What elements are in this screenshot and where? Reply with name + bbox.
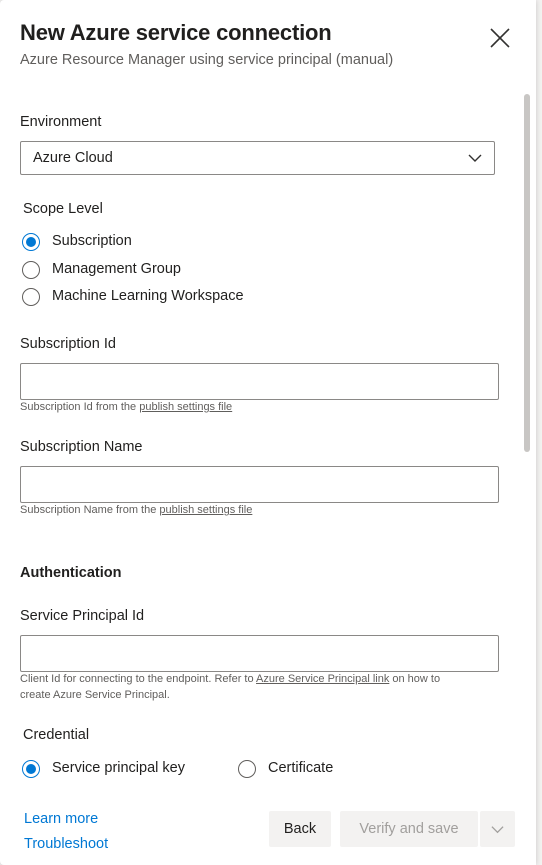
scrollbar[interactable] bbox=[522, 92, 532, 792]
radio-unchecked[interactable] bbox=[22, 261, 40, 279]
back-button[interactable]: Back bbox=[269, 811, 331, 847]
scope-option-label: Machine Learning Workspace bbox=[52, 288, 244, 304]
environment-selected-value: Azure Cloud bbox=[33, 150, 113, 166]
verify-options-dropdown-button[interactable] bbox=[480, 811, 515, 847]
environment-label: Environment bbox=[20, 114, 102, 130]
helper-text: on how to bbox=[389, 673, 441, 685]
publish-settings-link[interactable]: publish settings file bbox=[159, 504, 252, 516]
azure-service-principal-link[interactable]: Azure Service Principal link bbox=[256, 673, 389, 685]
chevron-down-icon bbox=[491, 826, 504, 834]
verify-and-save-button[interactable]: Verify and save bbox=[340, 811, 478, 847]
helper-text: create Azure Service Principal. bbox=[20, 689, 170, 701]
helper-text: Subscription Name from the bbox=[20, 504, 160, 516]
scope-option-label: Subscription bbox=[52, 233, 132, 249]
credential-option-label: Service principal key bbox=[52, 760, 185, 776]
scope-option-label: Management Group bbox=[52, 261, 181, 277]
troubleshoot-link[interactable]: Troubleshoot bbox=[24, 836, 108, 852]
service-principal-id-input[interactable] bbox=[20, 635, 499, 672]
helper-text: Subscription Id from the bbox=[20, 401, 140, 413]
subscription-id-input[interactable] bbox=[20, 363, 499, 400]
close-button[interactable] bbox=[486, 24, 514, 52]
chevron-down-icon bbox=[468, 154, 482, 162]
credential-label: Credential bbox=[23, 727, 90, 743]
credential-option-label: Certificate bbox=[268, 760, 334, 776]
panel-title: New Azure service connection bbox=[20, 20, 332, 45]
authentication-heading: Authentication bbox=[20, 565, 122, 581]
environment-dropdown[interactable]: Azure Cloud bbox=[20, 141, 495, 175]
subscription-name-helper: Subscription Name from the publish setti… bbox=[20, 502, 252, 518]
publish-settings-link[interactable]: publish settings file bbox=[139, 401, 232, 413]
scope-level-label: Scope Level bbox=[23, 201, 103, 217]
subscription-name-input[interactable] bbox=[20, 466, 499, 503]
radio-unchecked[interactable] bbox=[22, 288, 40, 306]
learn-more-link[interactable]: Learn more bbox=[24, 811, 98, 827]
helper-text: Client Id for connecting to the endpoint… bbox=[20, 673, 257, 685]
radio-checked[interactable] bbox=[22, 760, 40, 778]
close-icon bbox=[490, 28, 510, 48]
service-connection-panel: New Azure service connection Azure Resou… bbox=[0, 0, 536, 865]
radio-unchecked[interactable] bbox=[238, 760, 256, 778]
service-principal-id-label: Service Principal Id bbox=[20, 608, 145, 624]
panel-subtitle: Azure Resource Manager using service pri… bbox=[20, 52, 394, 68]
scrollbar-thumb[interactable] bbox=[524, 94, 530, 452]
radio-checked[interactable] bbox=[22, 233, 40, 251]
service-principal-helper: Client Id for connecting to the endpoint… bbox=[20, 671, 500, 703]
subscription-id-label: Subscription Id bbox=[20, 336, 116, 352]
subscription-id-helper: Subscription Id from the publish setting… bbox=[20, 399, 232, 415]
subscription-name-label: Subscription Name bbox=[20, 439, 143, 455]
